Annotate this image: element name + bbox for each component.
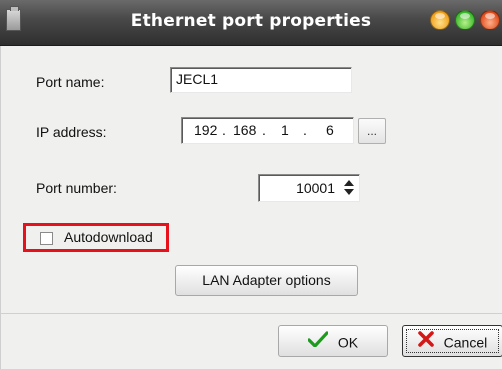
checkmark-icon: [307, 327, 329, 357]
spin-up-icon[interactable]: [344, 180, 354, 186]
autodownload-checkbox[interactable]: [40, 232, 53, 245]
ip-dot: .: [303, 122, 307, 138]
maximize-button[interactable]: [455, 10, 475, 30]
port-number-spinbox[interactable]: 10001: [258, 174, 360, 202]
ip-browse-button[interactable]: ...: [358, 118, 386, 144]
port-number-value[interactable]: 10001: [296, 180, 335, 196]
focus-ring: [406, 329, 499, 353]
autodownload-highlight: Autodownload: [23, 223, 169, 252]
ip-octet-3[interactable]: 1: [281, 122, 289, 138]
minimize-button[interactable]: [430, 10, 450, 30]
spin-down-icon[interactable]: [344, 189, 354, 195]
button-divider: [1, 313, 502, 314]
window-title: Ethernet port properties: [130, 11, 372, 31]
spin-arrows-icon[interactable]: [342, 180, 356, 196]
lan-adapter-options-button[interactable]: LAN Adapter options: [175, 265, 358, 296]
ip-dot: .: [262, 122, 266, 138]
ip-octet-2[interactable]: 168: [233, 122, 256, 138]
port-name-input[interactable]: JECL1: [170, 67, 352, 93]
ip-address-input[interactable]: 192 . 168 . 1 . 6: [181, 117, 354, 144]
port-name-label: Port name:: [36, 74, 105, 90]
port-number-label: Port number:: [36, 180, 117, 196]
ip-octet-4[interactable]: 6: [326, 122, 334, 138]
ip-dot: .: [222, 122, 226, 138]
ip-address-label: IP address:: [36, 124, 107, 140]
dialog-body: Port name: JECL1 IP address: 192 . 168 .…: [0, 46, 502, 369]
ok-button-label: OK: [337, 334, 359, 351]
cancel-button[interactable]: Cancel: [402, 325, 502, 357]
autodownload-label[interactable]: Autodownload: [64, 229, 153, 245]
ip-octet-1[interactable]: 192: [194, 122, 217, 138]
title-bar[interactable]: Ethernet port properties: [0, 0, 502, 46]
ok-button[interactable]: OK: [278, 325, 388, 357]
close-button[interactable]: [480, 10, 500, 30]
